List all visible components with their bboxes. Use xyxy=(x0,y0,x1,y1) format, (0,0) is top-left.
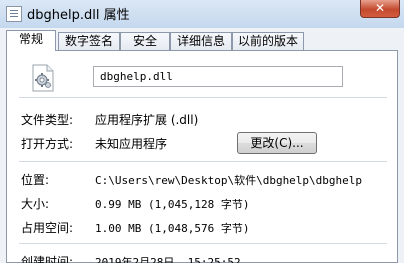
title-bar[interactable]: dbghelp.dll 属性 ✕ xyxy=(0,0,404,28)
general-panel: dbghelp.dll 文件类型: 应用程序扩展 (.dll) 打开方式: 未知… xyxy=(6,50,398,263)
change-button[interactable]: 更改(C)... xyxy=(237,132,317,154)
close-button[interactable]: ✕ xyxy=(360,0,400,18)
dll-gear-file-icon xyxy=(32,64,54,92)
separator xyxy=(19,243,387,244)
opens-with-value: 未知应用程序 xyxy=(95,137,168,151)
separator xyxy=(19,97,387,98)
tab-details[interactable]: 详细信息 xyxy=(170,32,232,50)
properties-window: dbghelp.dll 属性 ✕ 常规 数字签名 安全 详细信息 以前的版本 d… xyxy=(0,0,404,263)
location-label: 位置: xyxy=(21,173,50,187)
size-value: 0.99 MB (1,045,128 字节) xyxy=(95,198,250,211)
file-type-label: 文件类型: xyxy=(21,113,74,127)
tab-security[interactable]: 安全 xyxy=(120,32,170,50)
window-title: dbghelp.dll 属性 xyxy=(27,8,130,23)
location-value: C:\Users\rew\Desktop\软件\dbghelp\dbghelp xyxy=(95,174,363,187)
tab-general[interactable]: 常规 xyxy=(6,30,56,51)
tab-digital-signatures[interactable]: 数字签名 xyxy=(58,32,120,50)
size-label: 大小: xyxy=(21,197,50,211)
created-value: 2019年2月28日, 15:25:52 xyxy=(95,256,241,263)
size-on-disk-label: 占用空间: xyxy=(21,221,74,235)
tab-previous-versions[interactable]: 以前的版本 xyxy=(232,32,304,50)
separator xyxy=(19,161,387,162)
file-type-value: 应用程序扩展 (.dll) xyxy=(95,113,199,127)
created-label: 创建时间: xyxy=(21,255,74,263)
opens-with-label: 打开方式: xyxy=(21,137,74,151)
size-on-disk-value: 1.00 MB (1,048,576 字节) xyxy=(95,222,250,235)
close-icon: ✕ xyxy=(374,1,386,15)
document-icon xyxy=(6,6,22,22)
file-name-field[interactable]: dbghelp.dll xyxy=(93,66,343,87)
